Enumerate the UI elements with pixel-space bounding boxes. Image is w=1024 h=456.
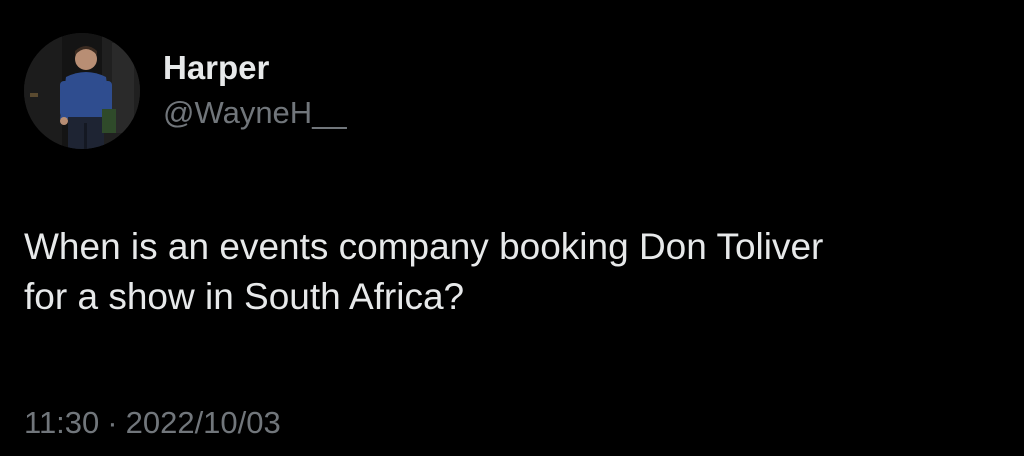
- tweet-time: 11:30: [24, 405, 100, 440]
- timestamp-separator: ·: [107, 405, 118, 440]
- tweet-date: 2022/10/03: [125, 405, 281, 440]
- tweet-timestamp[interactable]: 11:30 · 2022/10/03: [24, 405, 281, 441]
- tweet-text: When is an events company booking Don To…: [24, 226, 824, 317]
- avatar[interactable]: [24, 33, 140, 149]
- author-display-name[interactable]: Harper: [163, 50, 269, 86]
- tweet-card: Harper @WayneH__ When is an events compa…: [0, 0, 1024, 456]
- author-handle[interactable]: @WayneH__: [163, 95, 347, 131]
- profile-photo-icon: [24, 33, 140, 149]
